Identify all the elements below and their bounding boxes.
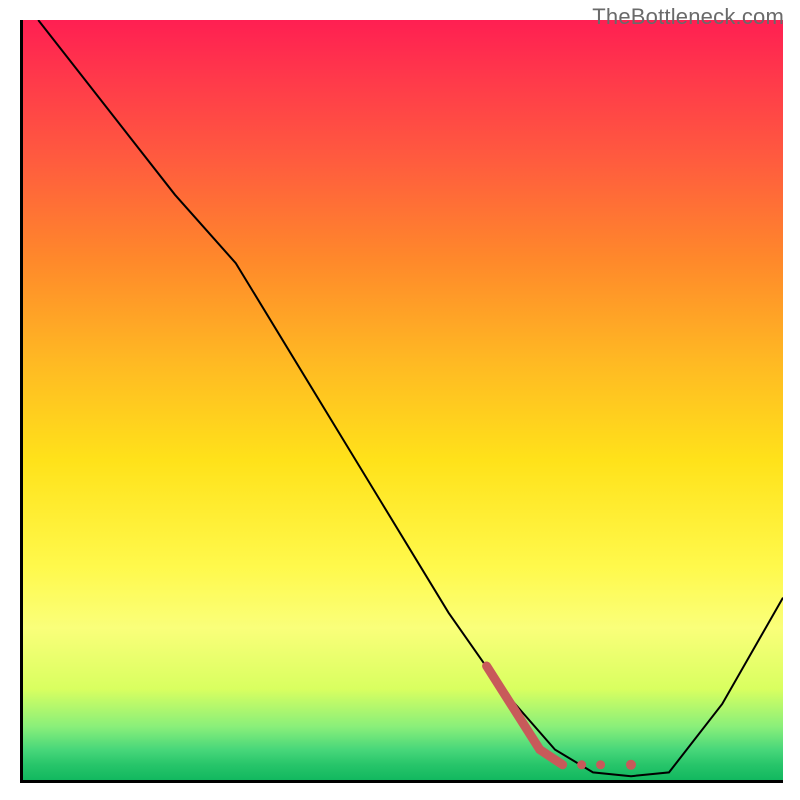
chart-container: TheBottleneck.com (0, 0, 800, 800)
highlight-dot (626, 760, 636, 770)
plot-area (20, 20, 783, 783)
highlight-dot (596, 760, 605, 769)
bottleneck-curve (38, 20, 783, 776)
highlight-dot (577, 760, 586, 769)
chart-svg (23, 20, 783, 780)
watermark-text: TheBottleneck.com (592, 4, 784, 30)
